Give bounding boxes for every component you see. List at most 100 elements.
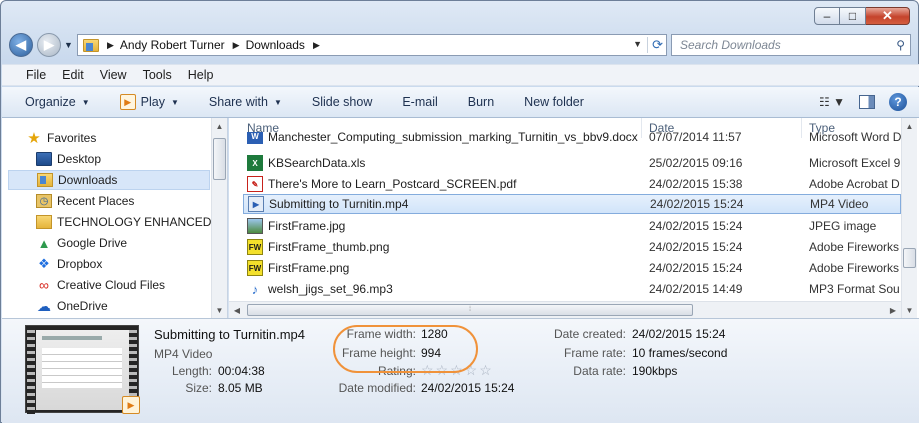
- length-value: 00:04:38: [218, 364, 265, 378]
- dropbox-icon: ❖: [38, 256, 50, 271]
- sidebar-item-dropbox[interactable]: ❖ Dropbox: [36, 254, 227, 274]
- address-dropdown-icon[interactable]: ▼: [633, 39, 642, 49]
- scroll-down-icon[interactable]: ▼: [902, 302, 917, 318]
- slide-show-label: Slide show: [311, 95, 373, 109]
- table-row[interactable]: X KBSearchData.xls 25/02/2015 09:16 Micr…: [243, 153, 901, 173]
- downloads-folder-icon: [83, 38, 99, 52]
- sidebar-item-google-drive[interactable]: ▲ Google Drive: [36, 233, 227, 253]
- film-strip: [27, 326, 35, 414]
- minimize-button[interactable]: –: [814, 7, 840, 25]
- breadcrumb-downloads[interactable]: Downloads: [246, 38, 305, 52]
- new-folder-button[interactable]: New folder: [524, 95, 584, 109]
- scrollbar-thumb[interactable]: [213, 138, 226, 180]
- table-row[interactable]: ♪ welsh_jigs_set_96.mp3 24/02/2015 14:49…: [243, 279, 901, 299]
- share-with-button[interactable]: Share with ▼: [209, 95, 282, 109]
- file-name: FirstFrame.jpg: [268, 219, 346, 233]
- date-created-value: 24/02/2015 15:24: [632, 327, 726, 341]
- chevron-right-icon[interactable]: ▶: [313, 40, 320, 51]
- file-list-scrollbar[interactable]: ▲ ▼: [901, 118, 917, 318]
- menu-file[interactable]: File: [26, 68, 46, 82]
- email-label: E-mail: [402, 95, 438, 109]
- command-bar: Organize ▼ ▶ Play ▼ Share with ▼ Slide show …: [2, 87, 919, 118]
- recent-pages-dropdown[interactable]: ▼: [64, 40, 73, 50]
- share-with-label: Share with: [208, 95, 268, 109]
- organize-label: Organize: [25, 95, 76, 109]
- scrollbar-thumb[interactable]: ⦙: [247, 304, 693, 316]
- change-view-icon[interactable]: ☷ ▼: [819, 95, 845, 109]
- sidebar-item-onedrive[interactable]: ☁ OneDrive: [36, 296, 227, 316]
- chevron-down-icon: ▼: [170, 97, 179, 107]
- file-name: FirstFrame_thumb.png: [268, 240, 390, 254]
- navigation-pane: ★ Favorites Desktop Downloads ◷ Recent P…: [2, 118, 228, 318]
- menu-view[interactable]: View: [100, 68, 127, 82]
- play-label: Play: [140, 95, 165, 109]
- scroll-left-icon[interactable]: ◀: [229, 302, 245, 318]
- play-icon: ▶: [119, 94, 136, 110]
- sidebar-item-label: Favorites: [47, 131, 97, 145]
- arrow-right-icon: ▶: [44, 37, 54, 52]
- help-icon[interactable]: ?: [889, 93, 907, 111]
- sidebar-item-label: Dropbox: [57, 257, 103, 271]
- menu-tools[interactable]: Tools: [143, 68, 172, 82]
- chevron-right-icon[interactable]: ▶: [107, 40, 114, 51]
- audio-icon: ♪: [251, 281, 259, 297]
- table-row-selected[interactable]: ▶ Submitting to Turnitin.mp4 24/02/2015 …: [243, 194, 901, 214]
- slide-show-button[interactable]: Slide show: [312, 95, 372, 109]
- folder-icon: [36, 215, 52, 229]
- word-icon: W: [247, 132, 263, 144]
- scrollbar-thumb[interactable]: [903, 248, 916, 268]
- details-type: MP4 Video: [154, 347, 213, 361]
- close-button[interactable]: ✕: [866, 7, 910, 25]
- fireworks-icon: FW: [247, 260, 263, 276]
- scroll-up-icon[interactable]: ▲: [902, 118, 917, 134]
- play-button[interactable]: ▶ Play ▼: [119, 94, 179, 110]
- maximize-button[interactable]: □: [840, 7, 866, 25]
- file-type: MP3 Format Sou: [809, 282, 900, 296]
- table-row[interactable]: FW FirstFrame.png 24/02/2015 15:24 Adobe…: [243, 258, 901, 278]
- sidebar-item-technology-enhanced[interactable]: TECHNOLOGY ENHANCED L: [36, 212, 227, 232]
- search-input[interactable]: Search Downloads ⚲: [671, 34, 911, 56]
- burn-button[interactable]: Burn: [468, 95, 494, 109]
- sidebar-item-favorites[interactable]: ★ Favorites: [26, 128, 227, 148]
- horizontal-scrollbar[interactable]: ◀ ⦙ ▶: [229, 301, 901, 318]
- table-row[interactable]: ✎ There's More to Learn_Postcard_SCREEN.…: [243, 174, 901, 194]
- table-row[interactable]: FW FirstFrame_thumb.png 24/02/2015 15:24…: [243, 237, 901, 257]
- file-date: 24/02/2015 15:38: [649, 177, 743, 191]
- chevron-down-icon: ▼: [273, 97, 282, 107]
- forward-button[interactable]: ▶: [37, 33, 61, 57]
- menu-help[interactable]: Help: [188, 68, 214, 82]
- refresh-icon[interactable]: ⟳: [647, 37, 663, 53]
- preview-pane-icon[interactable]: [859, 95, 875, 109]
- file-date: 24/02/2015 15:24: [649, 261, 743, 275]
- frame-rate-label: Frame rate:: [563, 346, 626, 360]
- file-date: 24/02/2015 15:24: [649, 219, 743, 233]
- back-button[interactable]: ◀: [9, 33, 33, 57]
- breadcrumb-user[interactable]: Andy Robert Turner: [120, 38, 225, 52]
- file-name: welsh_jigs_set_96.mp3: [268, 282, 393, 296]
- address-bar[interactable]: ▶ Andy Robert Turner ▶ Downloads ▶ ▼ ⟳: [77, 34, 667, 56]
- image-icon: [247, 218, 263, 234]
- scroll-down-icon[interactable]: ▼: [212, 302, 227, 318]
- sidebar-item-creative-cloud[interactable]: ∞ Creative Cloud Files: [36, 275, 227, 295]
- scroll-right-icon[interactable]: ▶: [885, 302, 901, 318]
- search-icon[interactable]: ⚲: [896, 38, 905, 52]
- sidebar-item-desktop[interactable]: Desktop: [36, 149, 227, 169]
- sidebar-item-label: OneDrive: [57, 299, 108, 313]
- play-icon: ▶: [122, 396, 140, 414]
- table-row[interactable]: W Manchester_Computing_submission_markin…: [243, 132, 901, 144]
- sidebar-item-recent-places[interactable]: ◷ Recent Places: [36, 191, 227, 211]
- file-name: Submitting to Turnitin.mp4: [269, 197, 409, 211]
- file-name: FirstFrame.png: [268, 261, 350, 275]
- downloads-folder-icon: [37, 173, 53, 187]
- table-row[interactable]: FirstFrame.jpg 24/02/2015 15:24 JPEG ima…: [243, 216, 901, 236]
- sidebar-item-downloads[interactable]: Downloads: [8, 170, 210, 190]
- email-button[interactable]: E-mail: [402, 95, 437, 109]
- organize-button[interactable]: Organize ▼: [25, 95, 90, 109]
- menu-edit[interactable]: Edit: [62, 68, 84, 82]
- file-name: KBSearchData.xls: [268, 156, 366, 170]
- navigation-scrollbar[interactable]: ▲ ▼: [211, 118, 227, 318]
- thumbnail-screen: [36, 330, 130, 410]
- scroll-up-icon[interactable]: ▲: [212, 118, 227, 134]
- sidebar-item-label: Desktop: [57, 152, 102, 166]
- chevron-right-icon[interactable]: ▶: [233, 40, 240, 51]
